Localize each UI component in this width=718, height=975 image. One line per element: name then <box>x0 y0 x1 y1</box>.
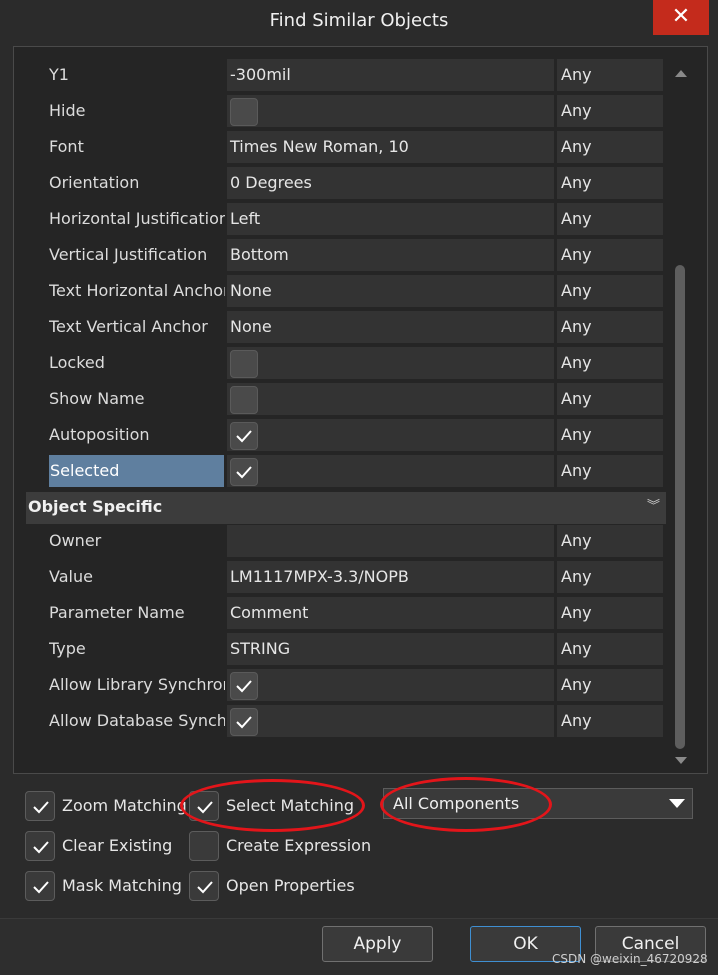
property-value[interactable]: Times New Roman, 10 <box>227 131 554 163</box>
zoom-matching-label: Zoom Matching <box>62 796 187 815</box>
watermark: CSDN @weixin_46720928 <box>552 952 708 966</box>
select-matching-checkbox[interactable] <box>189 791 219 821</box>
title-bar: Find Similar Objects ✕ <box>0 0 718 40</box>
property-value[interactable]: None <box>227 311 554 343</box>
property-label[interactable]: Allow Database Synchronization <box>49 705 225 737</box>
mask-matching-label: Mask Matching <box>62 876 182 895</box>
create-expression-checkbox[interactable] <box>189 831 219 861</box>
property-value-checkbox-cell[interactable] <box>227 705 554 737</box>
collapse-chevron-icon[interactable]: ︾ <box>647 492 660 522</box>
match-criteria-cell[interactable]: Any <box>557 131 663 163</box>
properties-grid: Y1 -300mil Any Hide Any Font Times New Roman, … <box>13 46 708 774</box>
property-value[interactable]: LM1117MPX-3.3/NOPB <box>227 561 554 593</box>
property-checkbox[interactable] <box>230 386 258 414</box>
property-label[interactable]: Y1 <box>49 59 225 91</box>
apply-button[interactable]: Apply <box>322 926 433 962</box>
property-value[interactable] <box>227 525 554 557</box>
dropdown-arrow-icon <box>669 799 685 808</box>
match-criteria-cell[interactable]: Any <box>557 419 663 451</box>
match-criteria-cell[interactable]: Any <box>557 95 663 127</box>
property-value-checkbox-cell[interactable] <box>227 347 554 379</box>
property-value-checkbox-cell[interactable] <box>227 95 554 127</box>
property-label[interactable]: Show Name <box>49 383 225 415</box>
checkmark-icon <box>236 466 252 479</box>
match-criteria-cell[interactable]: Any <box>557 633 663 665</box>
mask-matching-checkbox[interactable] <box>25 871 55 901</box>
match-criteria-cell[interactable]: Any <box>557 275 663 307</box>
property-label[interactable]: Owner <box>49 525 225 557</box>
scroll-down-arrow-icon[interactable] <box>674 755 688 767</box>
section-title: Object Specific <box>28 497 163 516</box>
property-label[interactable]: Value <box>49 561 225 593</box>
property-value[interactable]: Comment <box>227 597 554 629</box>
property-value[interactable]: 0 Degrees <box>227 167 554 199</box>
property-label[interactable]: Horizontal Justification <box>49 203 225 235</box>
property-checkbox[interactable] <box>230 708 258 736</box>
property-value-checkbox-cell[interactable] <box>227 419 554 451</box>
scope-dropdown-value: All Components <box>393 794 520 813</box>
select-matching-label: Select Matching <box>226 796 355 815</box>
property-value-checkbox-cell[interactable] <box>227 383 554 415</box>
property-label[interactable]: Selected <box>49 455 224 487</box>
property-label[interactable]: Vertical Justification <box>49 239 225 271</box>
property-checkbox[interactable] <box>230 458 258 486</box>
open-properties-checkbox[interactable] <box>189 871 219 901</box>
property-label[interactable]: Allow Library Synchronization <box>49 669 225 701</box>
match-criteria-cell[interactable]: Any <box>557 525 663 557</box>
match-criteria-cell[interactable]: Any <box>557 561 663 593</box>
property-label[interactable]: Autoposition <box>49 419 225 451</box>
close-button[interactable]: ✕ <box>653 0 709 35</box>
window-title: Find Similar Objects <box>269 10 449 31</box>
scroll-up-arrow-icon[interactable] <box>674 67 688 79</box>
property-value[interactable]: STRING <box>227 633 554 665</box>
section-object-specific[interactable]: Object Specific ︾ <box>26 492 666 524</box>
checkmark-icon <box>236 680 252 693</box>
property-label[interactable]: Font <box>49 131 225 163</box>
property-label[interactable]: Text Vertical Anchor <box>49 311 225 343</box>
property-value[interactable]: -300mil <box>227 59 554 91</box>
match-criteria-cell[interactable]: Any <box>557 239 663 271</box>
match-criteria-cell[interactable]: Any <box>557 383 663 415</box>
zoom-matching-checkbox[interactable] <box>25 791 55 821</box>
property-label[interactable]: Orientation <box>49 167 225 199</box>
property-label[interactable]: Parameter Name <box>49 597 225 629</box>
match-criteria-cell[interactable]: Any <box>557 311 663 343</box>
match-criteria-cell[interactable]: Any <box>557 203 663 235</box>
property-checkbox[interactable] <box>230 672 258 700</box>
match-criteria-cell[interactable]: Any <box>557 167 663 199</box>
create-expression-label: Create Expression <box>226 836 372 855</box>
property-checkbox[interactable] <box>230 350 258 378</box>
scrollbar-thumb[interactable] <box>675 265 685 749</box>
clear-existing-checkbox[interactable] <box>25 831 55 861</box>
checkmark-icon <box>236 430 252 443</box>
match-criteria-cell[interactable]: Any <box>557 455 663 487</box>
scope-dropdown[interactable]: All Components <box>383 788 693 819</box>
property-value[interactable]: Left <box>227 203 554 235</box>
property-value[interactable]: Bottom <box>227 239 554 271</box>
property-label[interactable]: Text Horizontal Anchor <box>49 275 225 307</box>
property-label[interactable]: Hide <box>49 95 225 127</box>
match-criteria-cell[interactable]: Any <box>557 59 663 91</box>
property-value[interactable]: None <box>227 275 554 307</box>
property-checkbox[interactable] <box>230 422 258 450</box>
clear-existing-label: Clear Existing <box>62 836 173 855</box>
match-criteria-cell[interactable]: Any <box>557 347 663 379</box>
open-properties-label: Open Properties <box>226 876 355 895</box>
property-value-checkbox-cell[interactable] <box>227 669 554 701</box>
match-criteria-cell[interactable]: Any <box>557 669 663 701</box>
match-criteria-cell[interactable]: Any <box>557 705 663 737</box>
property-label[interactable]: Locked <box>49 347 225 379</box>
match-criteria-cell[interactable]: Any <box>557 597 663 629</box>
property-label[interactable]: Type <box>49 633 225 665</box>
property-value-checkbox-cell[interactable] <box>227 455 554 487</box>
checkmark-icon <box>236 716 252 729</box>
property-checkbox[interactable] <box>230 98 258 126</box>
